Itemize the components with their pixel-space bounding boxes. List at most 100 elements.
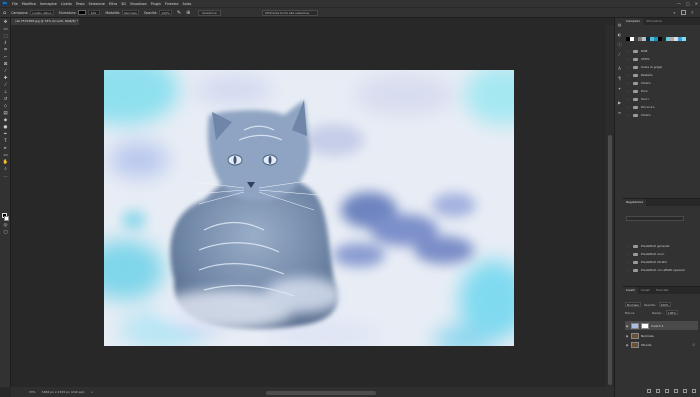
maximize-button[interactable]: ▢ (686, 1, 690, 6)
menu-modifica[interactable]: Modifica (22, 2, 36, 6)
quick-mask-icon[interactable]: ◎ (2, 223, 9, 229)
rectangle-tool-icon[interactable]: ▭ (2, 153, 9, 159)
swatch-folder-item[interactable]: › Chiaro (625, 79, 697, 87)
horizontal-scroll-thumb[interactable] (266, 391, 376, 395)
screen-mode-icon[interactable]: ▢ (2, 230, 9, 236)
chevron-right-icon[interactable]: › (627, 57, 630, 61)
opacity-field[interactable]: 100% (159, 10, 172, 15)
swatch-folder-item[interactable]: › CMYK (625, 55, 697, 63)
chevron-right-icon[interactable]: › (627, 73, 630, 77)
gradient-tool-icon[interactable]: ▤ (2, 111, 9, 117)
visibility-eye-icon[interactable]: ◉ (625, 334, 629, 338)
layer-row[interactable]: ◉ Normale (625, 331, 698, 340)
layer-row[interactable]: ◉ Sfondo ⚿ (625, 340, 698, 349)
healing-tool-icon[interactable]: ✚ (2, 76, 9, 82)
type-tool-icon[interactable]: T (2, 139, 9, 145)
chevron-right-icon[interactable]: › (627, 252, 630, 256)
layer-opacity-field[interactable]: 100% (658, 302, 671, 307)
history-brush-tool-icon[interactable]: ↺ (2, 97, 9, 103)
chevron-right-icon[interactable]: › (627, 97, 630, 101)
refine-edge-button[interactable]: Ottimizza bordi alla selezione (262, 10, 318, 16)
chevron-right-icon[interactable]: › (627, 49, 630, 53)
search-icon[interactable]: ⌕ (673, 10, 675, 15)
artboard-tool-icon[interactable]: ▭ (2, 27, 9, 33)
menu-aiuto[interactable]: Aiuto (182, 2, 191, 6)
history-panel-icon[interactable]: ▤ (617, 22, 622, 27)
chevron-right-icon[interactable]: › (627, 268, 630, 272)
hand-tool-icon[interactable]: ✋ (2, 160, 9, 166)
minimize-button[interactable]: — (677, 1, 681, 6)
sample-dropdown[interactable]: Livello attivo (30, 10, 54, 15)
visibility-eye-icon[interactable]: ◉ (625, 324, 629, 328)
chevron-right-icon[interactable]: › (627, 244, 630, 248)
vertical-scrollbar[interactable] (606, 25, 614, 387)
background-color-swatch[interactable] (4, 216, 9, 221)
pressure-icon[interactable]: ✎ (177, 10, 181, 16)
move-tool-icon[interactable]: ✥ (2, 20, 9, 26)
tab-tracciati[interactable]: Tracciati (653, 287, 671, 294)
fill-field[interactable]: 100% (665, 310, 678, 315)
chevron-right-icon[interactable]: › (627, 113, 630, 117)
chevron-right-icon[interactable]: › (627, 105, 630, 109)
object-select-tool-icon[interactable]: ⌗ (2, 48, 9, 54)
path-select-tool-icon[interactable]: ▸ (2, 146, 9, 152)
adjustment-preset-folder[interactable]: › Predefiniti con effetti speciali (625, 266, 697, 274)
document-tab[interactable]: cat-7570388.jpg @ 33% (Inverti, RGB/8) * (11, 18, 79, 25)
actions-panel-icon[interactable]: ▶ (617, 100, 622, 105)
vertical-scroll-thumb[interactable] (608, 135, 612, 385)
lasso-tool-icon[interactable]: ℓ (2, 41, 9, 47)
new-adjustment-icon[interactable] (674, 389, 678, 393)
adjustment-preset-folder[interactable]: › Predefiniti generali (625, 242, 697, 250)
visibility-eye-icon[interactable]: ◉ (625, 343, 629, 347)
swatch-folder-item[interactable]: › Puro (625, 87, 697, 95)
menu-selezione[interactable]: Selezione (89, 2, 105, 6)
pen-tool-icon[interactable]: ✒ (2, 132, 9, 138)
chevron-right-icon[interactable]: › (627, 65, 630, 69)
swatch-folder-item[interactable]: › Pastello (625, 71, 697, 79)
chevron-right-icon[interactable]: › (627, 89, 630, 93)
brush-panel-icon[interactable]: ⁄ (617, 52, 622, 57)
eraser-tool-icon[interactable]: ◇ (2, 104, 9, 110)
airbrush-icon[interactable]: ⊕ (186, 10, 190, 16)
menu-3d[interactable]: 3D (121, 2, 126, 6)
workspace-icon[interactable] (680, 10, 686, 15)
blend-mode-dropdown[interactable]: Normale (625, 302, 641, 307)
menu-filtro[interactable]: Filtro (109, 2, 117, 6)
gradient-swatch[interactable] (78, 10, 87, 15)
mode-dropdown[interactable]: Normale (122, 10, 139, 15)
size-field[interactable]: 100 (88, 10, 101, 15)
menu-testo[interactable]: Testo (76, 2, 85, 6)
tab-campioni[interactable]: Campioni (623, 18, 644, 25)
frame-tool-icon[interactable]: ⊠ (2, 62, 9, 68)
add-mask-icon[interactable] (665, 389, 669, 393)
color-swatch[interactable] (682, 37, 686, 41)
swatch-folder-item[interactable]: › Scala di grigio (625, 63, 697, 71)
marquee-tool-icon[interactable]: ⬚ (2, 34, 9, 40)
zoom-level[interactable]: 33% (29, 390, 36, 394)
adjustments-search-input[interactable] (626, 216, 684, 221)
blur-tool-icon[interactable]: ◆ (2, 118, 9, 124)
menu-finestra[interactable]: Finestra (165, 2, 178, 6)
select-subject-button[interactable]: Selezione (198, 9, 221, 16)
swatch-folder-item[interactable]: › Più scuro (625, 103, 697, 111)
brush-tool-icon[interactable]: ⁄ (2, 83, 9, 89)
tab-canali[interactable]: Canali (638, 287, 653, 294)
menu-livello[interactable]: Livello (61, 2, 72, 6)
link-layers-icon[interactable] (647, 389, 651, 393)
eyedropper-tool-icon[interactable]: ⁄ (2, 69, 9, 75)
new-layer-icon[interactable] (692, 389, 696, 393)
crop-tool-icon[interactable]: ⌐ (2, 55, 9, 61)
info-panel-icon[interactable]: ⓘ (617, 42, 622, 47)
paragraph-panel-icon[interactable]: ¶ (617, 76, 622, 81)
canvas-image-inverted-cat[interactable] (104, 70, 514, 346)
chevron-right-icon[interactable]: › (627, 81, 630, 85)
swatch-folder-item[interactable]: › Chiaro (625, 111, 697, 119)
tab-regolazioni[interactable]: Regolazioni (623, 199, 647, 206)
layer-row[interactable]: ◉ Inverti 1 (625, 321, 698, 330)
channels-panel-icon[interactable]: ≡ (617, 110, 622, 115)
close-button[interactable]: ✕ (695, 1, 698, 6)
menu-visualizza[interactable]: Visualizza (130, 2, 147, 6)
tab-livelli[interactable]: Livelli (623, 287, 638, 294)
tool-preset-icon[interactable]: ⌂ (3, 10, 6, 16)
tab-sfumature[interactable]: Sfumature (643, 18, 665, 25)
